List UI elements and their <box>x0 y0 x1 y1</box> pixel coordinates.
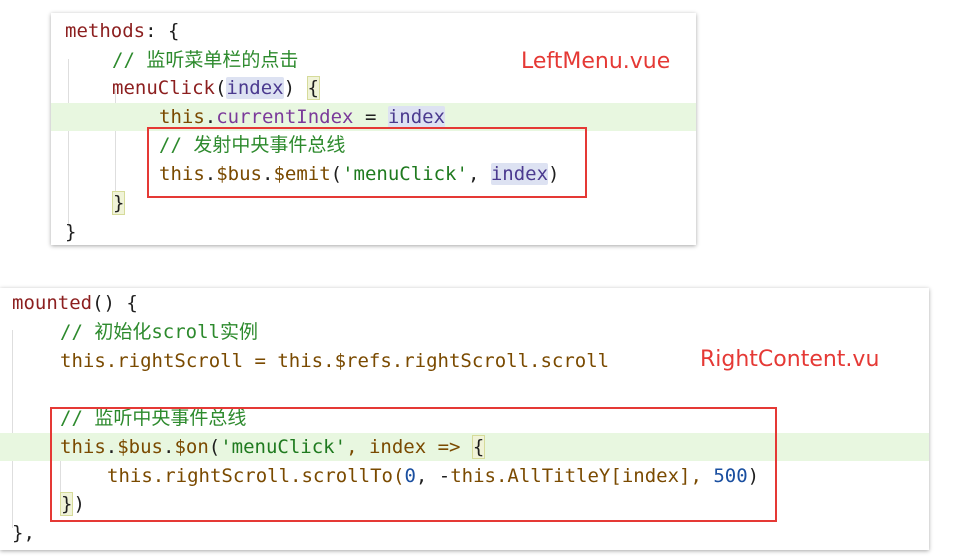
code-line: menuClick(index) { <box>112 76 320 100</box>
code-line: mounted() { <box>12 292 138 314</box>
code-line: methods: { <box>65 20 180 42</box>
code-comment: // 初始化scroll实例 <box>60 321 258 343</box>
code-line: } <box>65 221 77 243</box>
file-label: RightContent.vu <box>700 347 880 372</box>
code-panel-left-menu: methods: { // 监听菜单栏的点击 menuClick(index) … <box>51 13 696 245</box>
code-panel-right-content: mounted() { // 初始化scroll实例 this.rightScr… <box>0 288 929 550</box>
code-line: }, <box>12 522 35 544</box>
annotation-box <box>50 407 777 522</box>
file-label: LeftMenu.vue <box>521 49 671 74</box>
annotation-box <box>147 127 587 198</box>
